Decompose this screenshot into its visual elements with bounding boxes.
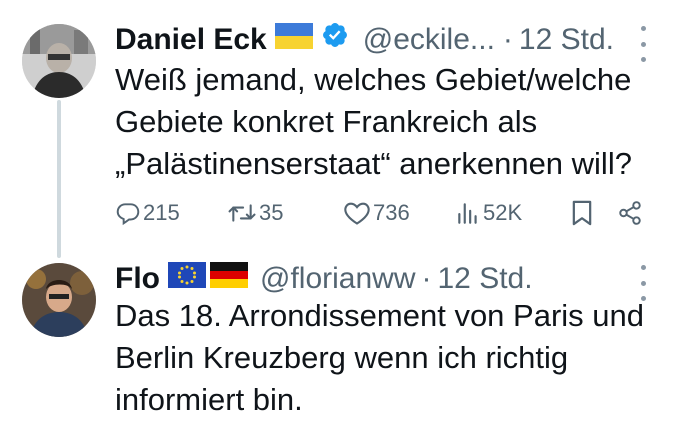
tweet-actions: 215 35 736 52K (115, 193, 645, 233)
heart-icon (344, 202, 370, 225)
thread-connector-line (57, 100, 61, 258)
repost-icon (228, 204, 256, 222)
avatar-flo[interactable] (22, 263, 96, 337)
bookmark-icon (572, 200, 592, 226)
reply-icon (116, 203, 140, 226)
reply-button[interactable]: 215 (115, 193, 180, 233)
tweet-time[interactable]: 12 Std. (519, 18, 614, 62)
repost-count: 35 (259, 200, 284, 225)
tweet-text: Weiß jemand, welches Gebiet/welche Gebie… (115, 62, 632, 181)
separator-dot: · (502, 23, 513, 56)
tweet-1-header: Daniel Eck @eckile... · 12 Std. (115, 18, 614, 62)
ukraine-flag-icon (274, 18, 313, 62)
repost-button[interactable]: 35 (227, 193, 283, 233)
share-button[interactable] (617, 193, 643, 233)
tweet-1[interactable]: Daniel Eck @eckile... · 12 Std. Weiß jem… (0, 0, 678, 258)
author-name[interactable]: Daniel Eck (115, 18, 267, 62)
like-count: 736 (373, 200, 410, 225)
verified-badge-icon[interactable] (321, 18, 349, 62)
views-icon (458, 203, 477, 224)
views-button[interactable]: 52K (455, 193, 522, 233)
like-button[interactable]: 736 (343, 193, 410, 233)
bookmark-button[interactable] (570, 193, 594, 233)
avatar-photo (22, 263, 96, 337)
more-options-icon[interactable] (636, 26, 650, 62)
tweet-text: Das 18. Arrondissement von Paris und Ber… (115, 298, 644, 417)
views-count: 52K (483, 200, 523, 225)
share-icon (619, 201, 641, 225)
reply-count: 215 (143, 200, 180, 225)
author-handle[interactable]: @eckile... (363, 18, 495, 62)
tweet-2[interactable]: Flo @florianww · 12 Std. Das 18. Arrondi… (0, 255, 678, 427)
avatar-photo (22, 24, 96, 98)
avatar-daniel-eck[interactable] (22, 24, 96, 98)
